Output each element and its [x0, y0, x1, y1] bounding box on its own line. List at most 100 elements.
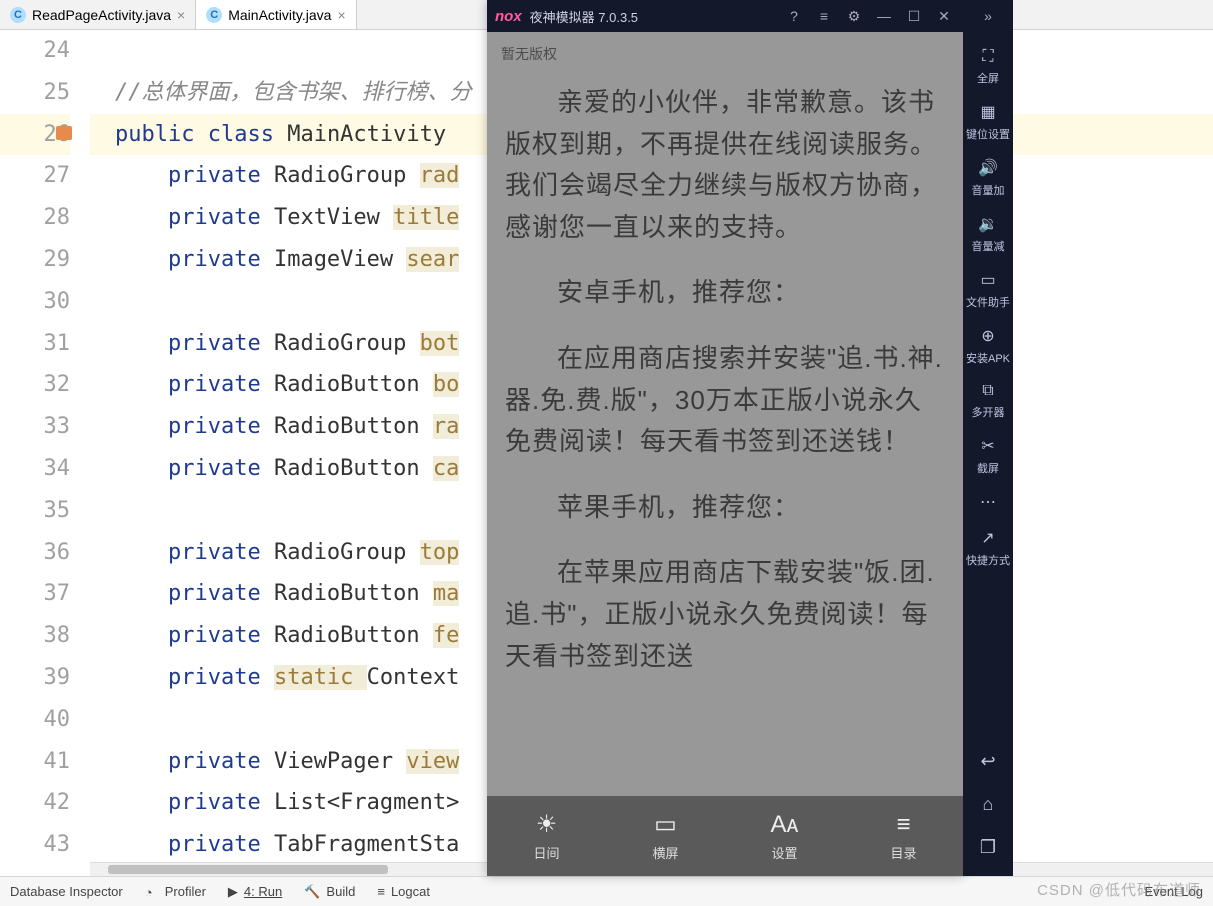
back-icon[interactable]: ↩: [980, 751, 995, 772]
hammer-icon: 🔨: [304, 884, 320, 900]
line-number: 26: [0, 114, 70, 156]
tab-mainactivity[interactable]: C MainActivity.java ×: [196, 0, 356, 29]
line-number: 27: [0, 155, 70, 197]
daynight-button[interactable]: ☀ 日间: [487, 796, 606, 876]
run-tab[interactable]: ▶ 4: Run: [228, 884, 282, 900]
logcat-icon: ≡: [377, 884, 385, 899]
volume-up-icon: 🔊: [978, 158, 998, 178]
sidebar-label: 文件助手: [966, 294, 1010, 310]
nox-logo: nox: [495, 8, 522, 25]
recents-icon[interactable]: ❐: [980, 837, 996, 858]
status-label: Build: [326, 884, 355, 899]
class-icon: C: [206, 7, 222, 23]
emulator-sidebar: » ⛶全屏 ▦键位设置 🔊音量加 🔉音量减 ▭文件助手 ⊕安装APK ⧉多开器 …: [963, 0, 1013, 876]
line-number: 30: [0, 281, 70, 323]
volume-down-icon: 🔉: [978, 214, 998, 234]
fullscreen-icon: ⛶: [982, 48, 993, 66]
status-label: 4: Run: [244, 884, 282, 899]
line-number: 24: [0, 30, 70, 72]
filehelper-button[interactable]: ▭ 文件助手: [966, 270, 1010, 310]
close-icon[interactable]: ×: [337, 7, 345, 23]
logcat-tab[interactable]: ≡ Logcat: [377, 884, 430, 899]
tab-label: ReadPageActivity.java: [32, 7, 171, 23]
line-number: 36: [0, 532, 70, 574]
sidebar-label: 多开器: [972, 404, 1005, 420]
line-number: 29: [0, 239, 70, 281]
gutter-icon: [56, 126, 72, 140]
dim-overlay: [487, 32, 963, 876]
emulator-screen[interactable]: 暂无版权 亲爱的小伙伴，非常歉意。该书版权到期，不再提供在线阅读服务。我们会竭尽…: [487, 32, 963, 876]
scissor-icon: ✂: [981, 436, 994, 456]
collapse-icon[interactable]: »: [984, 8, 992, 32]
sidebar-label: 安装APK: [966, 350, 1010, 366]
shortcut-button[interactable]: ↗快捷方式: [966, 528, 1010, 568]
line-number: 41: [0, 741, 70, 783]
fullscreen-button[interactable]: ⛶ 全屏: [977, 48, 999, 86]
tab-readpageactivity[interactable]: C ReadPageActivity.java ×: [0, 0, 196, 29]
settings-button[interactable]: Aᴀ 设置: [725, 796, 844, 876]
button-label: 设置: [771, 843, 797, 862]
more-icon[interactable]: ⋯: [980, 492, 996, 512]
menu-icon[interactable]: ≡: [813, 8, 835, 24]
sun-icon: ☀: [536, 810, 558, 839]
keymap-button[interactable]: ▦ 键位设置: [966, 102, 1010, 142]
gear-icon[interactable]: ⚙: [843, 8, 865, 25]
line-number: 33: [0, 406, 70, 448]
line-number: 39: [0, 657, 70, 699]
installapk-button[interactable]: ⊕ 安装APK: [966, 326, 1010, 366]
gutter: 24 25 26 27 28 29 30 31 32 33 34 35 36 3…: [0, 30, 90, 876]
android-nav: ↩ ⌂ ❐: [980, 751, 996, 876]
multi-icon: ⧉: [982, 382, 993, 400]
toc-button[interactable]: ≡目录: [844, 796, 963, 876]
screenshot-button[interactable]: ✂ 截屏: [977, 436, 999, 476]
line-number: 31: [0, 323, 70, 365]
close-icon[interactable]: ✕: [933, 8, 955, 25]
line-number: 34: [0, 448, 70, 490]
status-bar: Database Inspector ◔Profiler ▶ 4: Run 🔨 Bu…: [0, 876, 1213, 906]
volumedown-button[interactable]: 🔉 音量减: [972, 214, 1005, 254]
emulator-titlebar[interactable]: nox 夜神模拟器 7.0.3.5 ? ≡ ⚙ — ☐ ✕: [487, 0, 963, 32]
line-number: 43: [0, 824, 70, 866]
tab-label: MainActivity.java: [228, 7, 331, 23]
gauge-icon: ◔: [145, 885, 159, 899]
profiler-tab[interactable]: ◔Profiler: [145, 884, 206, 899]
button-label: 日间: [533, 843, 559, 862]
scrollbar-thumb[interactable]: [108, 865, 388, 874]
play-icon: ▶: [228, 884, 238, 900]
landscape-icon: ▭: [654, 810, 677, 839]
file-icon: ▭: [980, 270, 995, 290]
button-label: 横屏: [652, 843, 678, 862]
home-icon[interactable]: ⌂: [983, 794, 994, 815]
status-label: Logcat: [391, 884, 430, 899]
shortcut-icon: ↗: [981, 528, 994, 548]
watermark: CSDN @低代码布道师: [1037, 879, 1201, 900]
volumeup-button[interactable]: 🔊 音量加: [972, 158, 1005, 198]
close-icon[interactable]: ×: [177, 7, 185, 23]
reader-toolbar: ☀ 日间 ▭ 横屏 Aᴀ 设置 ≡目录: [487, 796, 963, 876]
minimize-icon[interactable]: —: [873, 8, 895, 24]
sidebar-label: 全屏: [977, 70, 999, 86]
font-icon: Aᴀ: [771, 811, 799, 839]
line-number: 38: [0, 615, 70, 657]
maximize-icon[interactable]: ☐: [903, 8, 925, 25]
keyboard-icon: ▦: [980, 102, 995, 122]
help-icon[interactable]: ?: [783, 8, 805, 24]
emulator-title: 夜神模拟器 7.0.3.5: [530, 7, 638, 26]
apk-icon: ⊕: [981, 326, 994, 346]
line-number: 37: [0, 573, 70, 615]
sidebar-label: 截屏: [977, 460, 999, 476]
database-inspector-tab[interactable]: Database Inspector: [10, 884, 123, 899]
line-number: 40: [0, 699, 70, 741]
button-label: 目录: [890, 843, 916, 862]
status-label: Database Inspector: [10, 884, 123, 899]
sidebar-label: 音量加: [972, 182, 1005, 198]
line-number: 25: [0, 72, 70, 114]
multidrive-button[interactable]: ⧉ 多开器: [972, 382, 1005, 420]
line-number: 28: [0, 197, 70, 239]
sidebar-label: 音量减: [972, 238, 1005, 254]
emulator-window: nox 夜神模拟器 7.0.3.5 ? ≡ ⚙ — ☐ ✕ 暂无版权 亲爱的小伙…: [487, 0, 963, 876]
build-tab[interactable]: 🔨 Build: [304, 884, 355, 900]
line-number: 42: [0, 782, 70, 824]
sidebar-label: 键位设置: [966, 126, 1010, 142]
orientation-button[interactable]: ▭ 横屏: [606, 796, 725, 876]
